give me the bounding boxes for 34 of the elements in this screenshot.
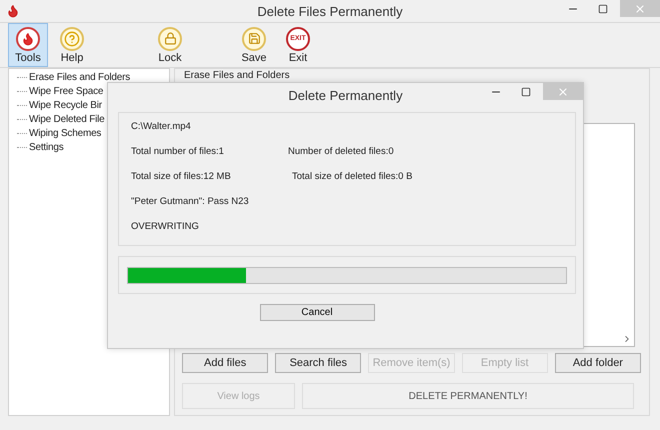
action-button[interactable]: Add folder [554, 353, 642, 373]
tree-item[interactable]: Wipe Free Space [27, 86, 104, 96]
flame-icon [16, 26, 40, 50]
tree-item[interactable]: Wiping Schemes [27, 128, 102, 138]
toolbar-button[interactable]: Tools [8, 23, 48, 67]
maximize-icon [521, 86, 531, 96]
stat-text: Total number of files:1 [131, 146, 225, 157]
close-icon [557, 86, 569, 98]
maximize-icon [598, 4, 608, 14]
cancel-button[interactable]: Cancel [260, 304, 374, 321]
tree-item[interactable]: Wipe Recycle Bir [27, 100, 102, 110]
panel-title: Erase Files and Folders [184, 70, 290, 81]
stat-text: Total size of files:12 MB [131, 171, 232, 182]
help-icon [60, 26, 84, 50]
window-title: Delete Files Permanently [256, 4, 404, 18]
file-path: C:\Walter.mp4 [131, 121, 192, 132]
delete-button[interactable]: DELETE PERMANENTLY! [302, 383, 634, 409]
toolbar-button[interactable]: Save [234, 23, 274, 67]
lock-icon [158, 26, 182, 50]
tree-item[interactable]: Erase Files and Folders [27, 72, 130, 82]
close-icon [634, 2, 646, 14]
action-button[interactable]: Search files [275, 353, 362, 373]
tree-item[interactable]: Settings [27, 142, 64, 152]
stat-text: Number of deleted files:0 [288, 146, 394, 157]
floppy-disk-icon [242, 26, 266, 50]
toolbar-button[interactable]: Lock [150, 23, 190, 67]
dialog-title: Delete Permanently [287, 88, 404, 103]
action-button[interactable]: Add files [182, 353, 268, 373]
tree-item[interactable]: Wipe Deleted File [27, 114, 105, 124]
scheme-text: "Peter Gutmann": Pass N23 [131, 196, 250, 207]
toolbar-button[interactable]: Help [52, 23, 92, 67]
status-text: OVERWRITING [131, 221, 200, 232]
stat-text: Total size of deleted files:0 B [292, 171, 412, 182]
app-flame-icon [6, 4, 20, 18]
